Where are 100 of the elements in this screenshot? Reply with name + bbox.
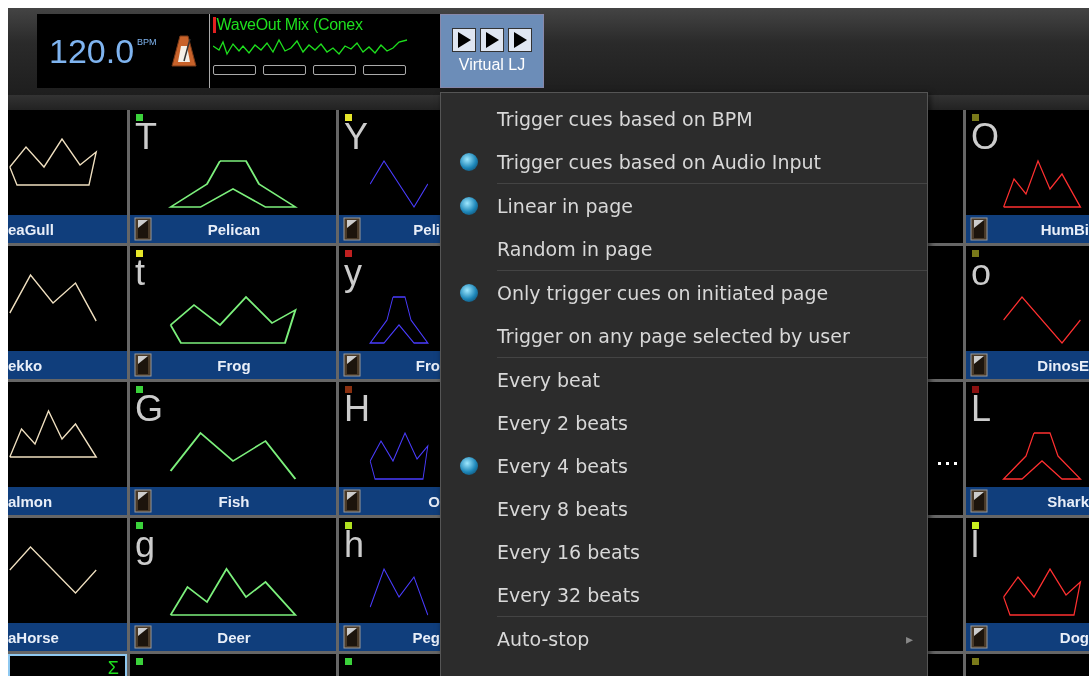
metronome-icon[interactable] [170,34,197,68]
menu-item[interactable]: Trigger on any page selected by user [441,314,927,357]
menu-item[interactable]: Linear in page [441,184,927,227]
menu-item-label: Trigger cues based on Audio Input [497,150,822,173]
film-icon [970,353,988,377]
cue-cell[interactable]: l Dog [966,518,1089,651]
film-icon [134,489,152,513]
menu-item-label: Every beat [497,368,600,391]
line-art-drawing [369,430,429,481]
cue-cell[interactable]: eaGull [8,110,127,243]
cue-name: Shark [1047,492,1089,510]
cue-cell[interactable]: y Fro [339,246,440,379]
line-art-drawing [369,294,429,345]
cue-name: O [428,492,440,510]
trigger-slot[interactable] [262,65,306,75]
film-icon [970,625,988,649]
menu-item[interactable]: Every 8 beats [441,487,927,530]
film-icon [343,353,361,377]
audio-source-label: WaveOut Mix (Conex [216,16,363,34]
menu-item-label: Every 2 beats [497,411,628,434]
key-letter: O [971,120,1000,154]
trigger-slot[interactable] [212,65,256,75]
film-icon [134,625,152,649]
trigger-slot[interactable] [312,65,356,75]
menu-item-label: Only trigger cues on initiated page [497,281,829,304]
cue-name: aHorse [8,628,59,646]
cue-name: Peli [413,220,440,238]
menu-item[interactable]: Every 32 beats [441,573,927,616]
menu-item[interactable]: Auto-stop ▸ [441,617,927,660]
cue-cell[interactable]: aHorse [8,518,127,651]
trigger-slot[interactable] [362,65,406,75]
cue-cell[interactable]: T Pelican [130,110,336,243]
menu-item[interactable]: Every beat [441,358,927,401]
play-icon [480,28,504,52]
menu-item-label: Auto-stop [497,627,590,650]
cue-cell[interactable]: almon [8,382,127,515]
cue-cell[interactable]: t Frog [130,246,336,379]
key-letter: Y [344,120,369,154]
menu-item-label: Linear in page [497,194,633,217]
cue-cell[interactable] [928,246,963,379]
cue-cell[interactable]: Y Peli [339,110,440,243]
cue-cell[interactable] [928,518,963,651]
key-letter: l [971,528,980,562]
cue-name: Fro [415,356,440,374]
cue-name: Pelican [207,220,262,238]
menu-item-label: Every 32 beats [497,583,640,606]
menu-item-label: Every 8 beats [497,497,628,520]
cue-cell[interactable]: ekko [8,246,127,379]
menu-item-label: Every 16 beats [497,540,640,563]
menu-item[interactable]: Trigger cues based on BPM [441,97,927,140]
cue-name: Fish [218,492,251,510]
cue-cell[interactable]: L Shark [966,382,1089,515]
cue-name: eaGull [8,220,54,238]
bpm-unit: BPM [137,36,157,47]
line-art-drawing [369,566,429,617]
cue-name: DinosE [1037,356,1089,374]
menu-item[interactable]: Only trigger cues on initiated page [441,271,927,314]
menu-item-label: Trigger cues based on BPM [497,107,753,130]
cue-cell[interactable]: O HumBi [966,110,1089,243]
cue-cell[interactable]: H O [339,382,440,515]
cue-cell[interactable]: g Deer [130,518,336,651]
menu-item-label: Random in page [497,237,653,260]
film-icon [343,489,361,513]
menu-item-label: Trigger on any page selected by user [497,324,850,347]
film-icon [970,489,988,513]
key-letter: T [135,120,158,154]
cue-cell[interactable] [928,110,963,243]
cue-cell[interactable]: Σ [8,654,127,676]
menu-item[interactable]: Every 2 beats [441,401,927,444]
cue-cell[interactable]: o DinosE [966,246,1089,379]
submenu-arrow-icon: ▸ [905,630,913,647]
level-marker [212,17,216,33]
menu-item[interactable]: Trigger cues based on Audio Input [441,140,927,183]
cue-cell[interactable]: G Fish [130,382,336,515]
film-icon [970,217,988,241]
film-icon [134,217,152,241]
play-icon [508,28,532,52]
key-letter: h [344,528,366,562]
film-icon [343,625,361,649]
key-letter: Σ [107,658,119,676]
menu-item[interactable]: Every 4 beats [441,444,927,487]
cue-name: Deer [217,628,252,646]
cue-name: ekko [8,356,43,374]
key-letter: H [344,392,371,426]
key-letter: G [135,392,164,426]
menu-item[interactable]: Random in page [441,227,927,270]
film-icon [343,217,361,241]
play-icon [452,28,476,52]
key-letter: t [135,256,146,290]
key-letter: o [971,256,993,290]
line-art-drawing [369,158,429,209]
cue-name: Dog [1059,628,1089,646]
cue-name: Frog [217,356,252,374]
cue-cell[interactable]: h Peg [339,518,440,651]
menu-item-label: Every 4 beats [497,454,628,477]
menu-item[interactable]: Every 16 beats [441,530,927,573]
cue-cell[interactable] [928,382,963,515]
film-icon [134,353,152,377]
cue-name: HumBi [1040,220,1089,238]
cue-name: almon [8,492,53,510]
